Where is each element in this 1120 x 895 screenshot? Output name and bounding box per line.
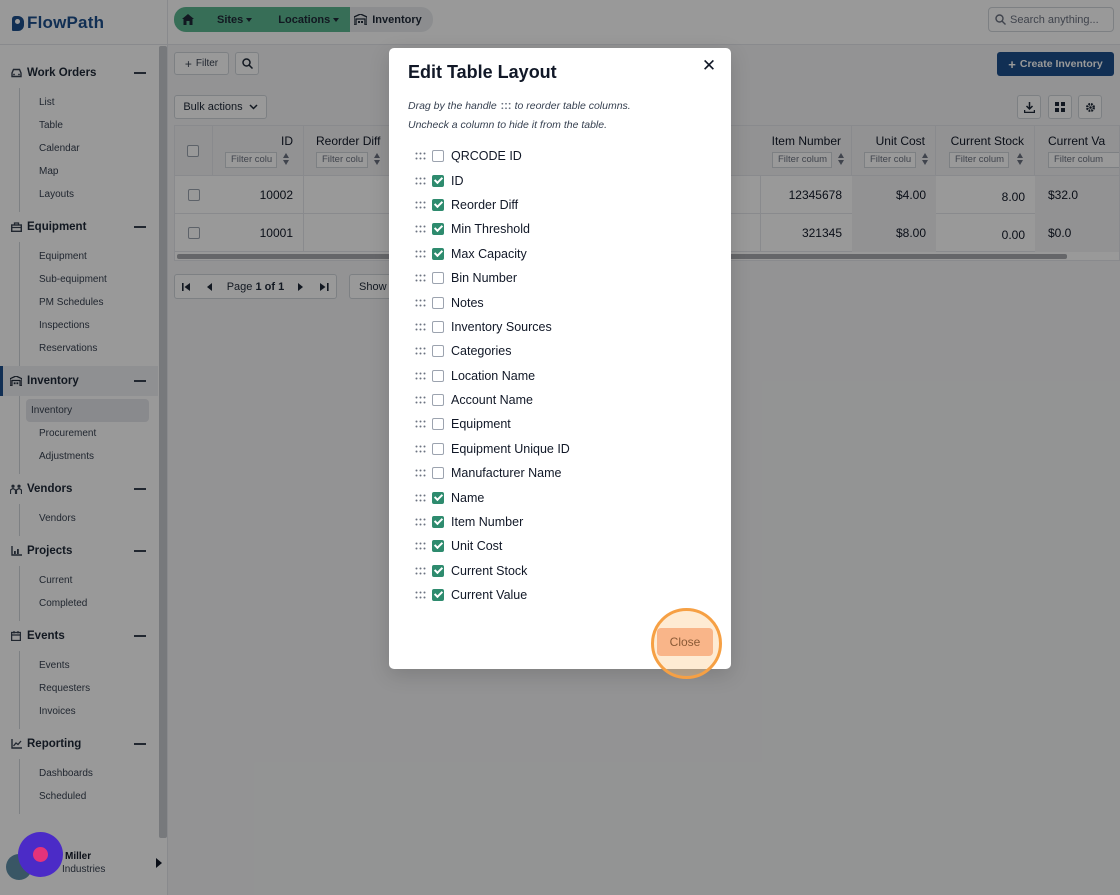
click-highlight-ring [651, 608, 722, 679]
column-checkbox[interactable] [432, 198, 444, 211]
drag-handle-icon[interactable] [415, 518, 432, 526]
column-option: Account Name [415, 388, 715, 412]
column-checkbox[interactable] [432, 394, 444, 407]
column-option: Name [415, 485, 715, 509]
column-option-label: Unit Cost [451, 539, 503, 554]
column-option-label: Equipment Unique ID [451, 441, 570, 456]
drag-handle-icon[interactable] [415, 274, 432, 282]
column-option-label: Location Name [451, 368, 536, 383]
column-option: Location Name [415, 364, 715, 388]
close-icon[interactable]: ✕ [701, 57, 717, 74]
column-option-label: Name [451, 490, 485, 505]
drag-handle-icon [501, 103, 511, 110]
column-option: Categories [415, 339, 715, 363]
column-option-label: QRCODE ID [451, 149, 522, 164]
column-checkbox[interactable] [432, 369, 444, 382]
column-option-label: Max Capacity [451, 246, 527, 261]
column-checkbox[interactable] [432, 223, 444, 236]
drag-handle-icon[interactable] [415, 542, 432, 550]
column-checkbox[interactable] [432, 150, 444, 163]
column-checkbox[interactable] [432, 296, 444, 309]
column-checkbox[interactable] [432, 345, 444, 358]
drag-handle-icon[interactable] [415, 445, 432, 453]
column-option: Unit Cost [415, 534, 715, 558]
column-option: Item Number [415, 510, 715, 534]
drag-handle-icon[interactable] [415, 225, 432, 233]
drag-handle-icon[interactable] [415, 372, 432, 380]
column-checkbox[interactable] [432, 491, 444, 504]
column-checkbox[interactable] [432, 589, 444, 602]
column-option: Equipment [415, 412, 715, 436]
drag-handle-icon[interactable] [415, 591, 432, 599]
chat-icon [33, 847, 48, 862]
column-option-label: Current Stock [451, 563, 528, 578]
column-option-label: Categories [451, 344, 512, 359]
modal-hint-line-2: Uncheck a column to hide it from the tab… [408, 119, 608, 131]
column-option-label: Inventory Sources [451, 319, 552, 334]
drag-handle-icon[interactable] [415, 201, 432, 209]
column-checkbox[interactable] [432, 174, 444, 187]
column-option-label: Manufacturer Name [451, 466, 562, 481]
drag-handle-icon[interactable] [415, 299, 432, 307]
hint-text-a: Drag by the handle [408, 100, 497, 112]
column-option: Reorder Diff [415, 193, 715, 217]
drag-handle-icon[interactable] [415, 347, 432, 355]
column-option-label: ID [451, 173, 464, 188]
column-option-label: Min Threshold [451, 222, 530, 237]
column-option: QRCODE ID [415, 144, 715, 168]
column-option-label: Account Name [451, 393, 533, 408]
column-option: Max Capacity [415, 242, 715, 266]
column-checkbox[interactable] [432, 272, 444, 285]
drag-handle-icon[interactable] [415, 250, 432, 258]
column-option-label: Current Value [451, 588, 528, 603]
column-option: Min Threshold [415, 217, 715, 241]
modal-title: Edit Table Layout [408, 62, 557, 82]
column-checkbox[interactable] [432, 564, 444, 577]
modal-hint-line-1: Drag by the handle to reorder table colu… [408, 100, 631, 112]
column-checkbox[interactable] [432, 442, 444, 455]
column-checkbox[interactable] [432, 418, 444, 431]
column-option: Notes [415, 290, 715, 314]
column-option: Manufacturer Name [415, 461, 715, 485]
drag-handle-icon[interactable] [415, 469, 432, 477]
drag-handle-icon[interactable] [415, 177, 432, 185]
column-checkbox[interactable] [432, 540, 444, 553]
column-visibility-list: QRCODE ID ID Reorder Diff Min Threshold Max … [415, 144, 715, 607]
drag-handle-icon[interactable] [415, 152, 432, 160]
column-option: Current Value [415, 583, 715, 607]
column-option-label: Bin Number [451, 271, 517, 286]
column-option-label: Item Number [451, 515, 524, 530]
column-option: Equipment Unique ID [415, 437, 715, 461]
column-option-label: Reorder Diff [451, 197, 519, 212]
column-option-label: Equipment [451, 417, 511, 432]
column-checkbox[interactable] [432, 516, 444, 529]
column-option: Inventory Sources [415, 315, 715, 339]
drag-handle-icon[interactable] [415, 494, 432, 502]
help-chat-button[interactable] [18, 832, 63, 877]
column-checkbox[interactable] [432, 247, 444, 260]
drag-handle-icon[interactable] [415, 396, 432, 404]
column-option: ID [415, 168, 715, 192]
column-checkbox[interactable] [432, 467, 444, 480]
drag-handle-icon[interactable] [415, 420, 432, 428]
column-option: Bin Number [415, 266, 715, 290]
column-checkbox[interactable] [432, 320, 444, 333]
edit-table-layout-dialog: Edit Table Layout ✕ Drag by the handle t… [389, 48, 731, 669]
hint-text-b: to reorder table columns. [514, 100, 631, 112]
drag-handle-icon[interactable] [415, 323, 432, 331]
column-option-label: Notes [451, 295, 484, 310]
drag-handle-icon[interactable] [415, 567, 432, 575]
column-option: Current Stock [415, 559, 715, 583]
